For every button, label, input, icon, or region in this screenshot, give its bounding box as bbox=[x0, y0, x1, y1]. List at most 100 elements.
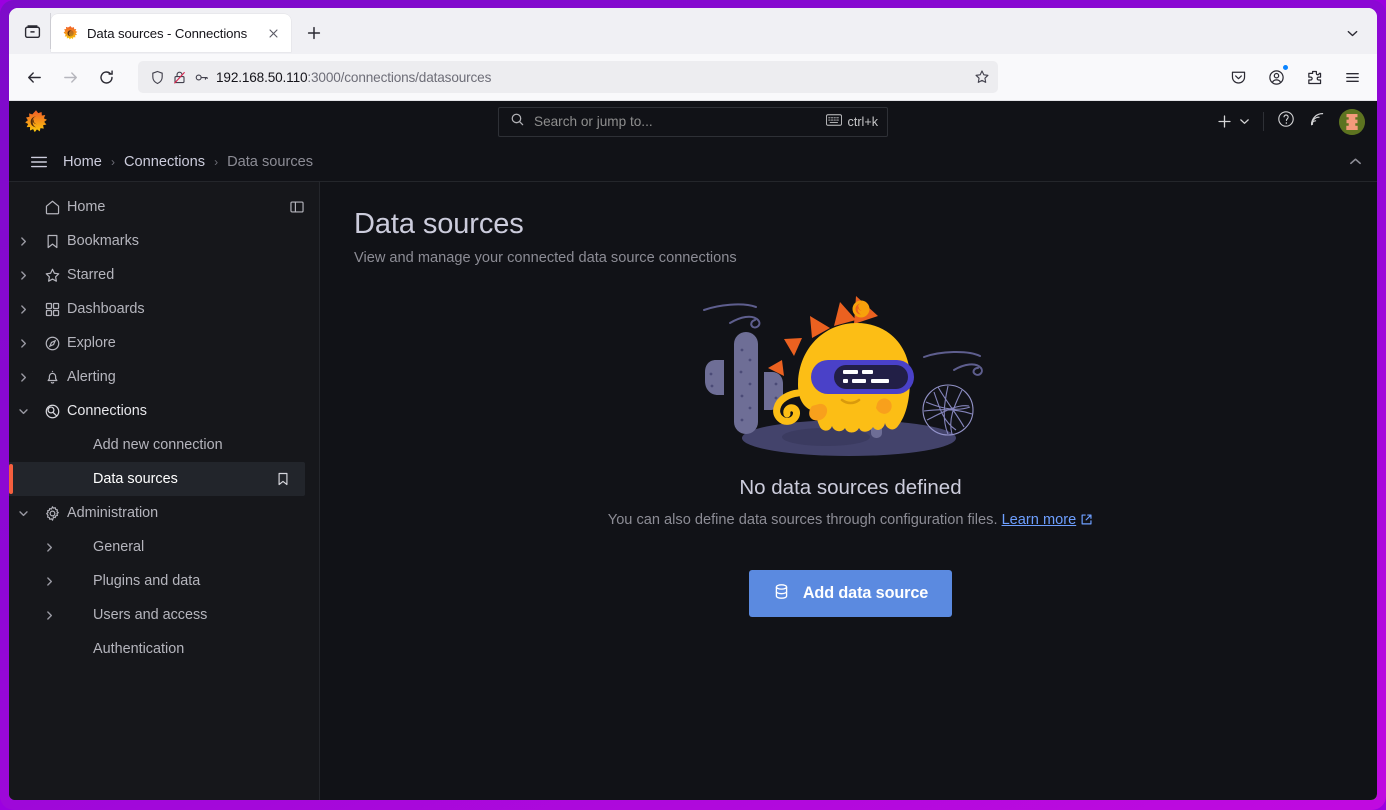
sidebar-item-label: Alerting bbox=[67, 369, 305, 385]
chevron-down-icon[interactable] bbox=[9, 406, 37, 417]
close-icon[interactable] bbox=[264, 24, 282, 42]
menu-toggle-icon[interactable] bbox=[29, 152, 49, 172]
url-path: :3000/connections/datasources bbox=[307, 70, 491, 85]
address-bar[interactable]: 192.168.50.110:3000/connections/datasour… bbox=[138, 61, 998, 93]
chevron-right-icon[interactable] bbox=[9, 270, 37, 281]
search-input[interactable]: Search or jump to... ctrl+k bbox=[498, 107, 888, 137]
sidebar-item-label: Authentication bbox=[93, 641, 305, 657]
news-feed-icon[interactable] bbox=[1308, 110, 1326, 133]
dock-panel-icon[interactable] bbox=[289, 199, 305, 215]
key-icon[interactable] bbox=[194, 70, 209, 85]
add-data-source-button[interactable]: Add data source bbox=[749, 570, 952, 617]
search-shortcut-text: ctrl+k bbox=[848, 115, 878, 129]
sidebar: Home bbox=[9, 182, 320, 800]
account-notification-badge bbox=[1282, 64, 1289, 71]
sidebar-item-authentication[interactable]: Authentication bbox=[9, 632, 319, 666]
avatar[interactable] bbox=[1339, 109, 1365, 135]
learn-more-link[interactable]: Learn more bbox=[1002, 512, 1077, 528]
dashboards-grid-icon bbox=[37, 301, 67, 318]
sidebar-item-add-new-connection[interactable]: Add new connection bbox=[9, 428, 319, 462]
sidebar-item-data-sources[interactable]: Data sources bbox=[9, 462, 305, 496]
breadcrumb-bar: Home › Connections › Data sources bbox=[9, 142, 1377, 182]
grafana-mascot-desert-illustration bbox=[686, 280, 1016, 470]
chevron-right-icon[interactable] bbox=[35, 610, 63, 621]
breadcrumb-separator: › bbox=[111, 155, 115, 169]
sidebar-item-dashboards[interactable]: Dashboards bbox=[9, 292, 319, 326]
back-button[interactable] bbox=[17, 61, 51, 93]
chevron-right-icon[interactable] bbox=[9, 338, 37, 349]
grafana-app: Search or jump to... ctrl+k bbox=[9, 101, 1377, 800]
chevron-down-icon[interactable] bbox=[9, 508, 37, 519]
empty-state-hint: You can also define data sources through… bbox=[608, 512, 1093, 528]
sidebar-item-label: Plugins and data bbox=[93, 573, 305, 589]
empty-state: No data sources defined You can also def… bbox=[354, 280, 1347, 617]
extensions-icon[interactable] bbox=[1297, 61, 1331, 93]
chevron-right-icon[interactable] bbox=[9, 236, 37, 247]
sidebar-item-label: Add new connection bbox=[93, 437, 305, 453]
url-host: 192.168.50.110 bbox=[216, 70, 307, 85]
chevron-up-icon[interactable] bbox=[1348, 154, 1363, 169]
gear-icon bbox=[37, 505, 67, 522]
chevron-right-icon[interactable] bbox=[35, 576, 63, 587]
lock-broken-icon[interactable] bbox=[172, 70, 187, 85]
purple-window-border: Data sources - Connections bbox=[0, 0, 1386, 810]
sidebar-item-users-and-access[interactable]: Users and access bbox=[9, 598, 319, 632]
sidebar-item-label: Explore bbox=[67, 335, 305, 351]
search-placeholder: Search or jump to... bbox=[534, 114, 817, 129]
pocket-icon[interactable] bbox=[1221, 61, 1255, 93]
sidebar-item-explore[interactable]: Explore bbox=[9, 326, 319, 360]
app-menu-icon[interactable] bbox=[1335, 61, 1369, 93]
sidebar-item-alerting[interactable]: Alerting bbox=[9, 360, 319, 394]
sidebar-item-administration[interactable]: Administration bbox=[9, 496, 319, 530]
breadcrumb: Home › Connections › Data sources bbox=[63, 154, 313, 170]
navigation-toolbar: 192.168.50.110:3000/connections/datasour… bbox=[9, 54, 1377, 101]
sidebar-item-label: Data sources bbox=[93, 471, 275, 487]
shield-icon[interactable] bbox=[150, 70, 165, 85]
list-all-tabs-button[interactable] bbox=[1337, 18, 1367, 48]
sidebar-item-connections[interactable]: Connections bbox=[9, 394, 319, 428]
home-icon bbox=[37, 199, 67, 216]
chevron-right-icon[interactable] bbox=[35, 542, 63, 553]
search-shortcut-hint: ctrl+k bbox=[826, 114, 878, 129]
bell-icon bbox=[37, 369, 67, 386]
browser-window: Data sources - Connections bbox=[9, 8, 1377, 800]
breadcrumb-item-home[interactable]: Home bbox=[63, 154, 102, 170]
keyboard-icon bbox=[826, 114, 842, 129]
sidebar-item-label: Dashboards bbox=[67, 301, 305, 317]
global-search[interactable]: Search or jump to... ctrl+k bbox=[498, 107, 888, 137]
reload-button[interactable] bbox=[89, 61, 123, 93]
sidebar-item-starred[interactable]: Starred bbox=[9, 258, 319, 292]
external-link-icon[interactable] bbox=[1080, 513, 1093, 526]
account-icon[interactable] bbox=[1259, 61, 1293, 93]
chevron-right-icon[interactable] bbox=[9, 372, 37, 383]
sidebar-item-label: Starred bbox=[67, 267, 305, 283]
new-tab-button[interactable] bbox=[297, 16, 331, 50]
add-data-source-label: Add data source bbox=[803, 584, 928, 603]
help-icon[interactable] bbox=[1277, 110, 1295, 133]
browser-tab[interactable]: Data sources - Connections bbox=[51, 14, 291, 52]
add-new-button[interactable] bbox=[1217, 114, 1250, 129]
main-content: Data sources View and manage your connec… bbox=[320, 182, 1377, 800]
breadcrumb-separator: › bbox=[214, 155, 218, 169]
search-icon bbox=[510, 112, 525, 132]
sidebar-item-bookmarks[interactable]: Bookmarks bbox=[9, 224, 319, 258]
divider bbox=[1263, 112, 1264, 131]
topbar-actions bbox=[1217, 109, 1365, 135]
sidebar-item-plugins-and-data[interactable]: Plugins and data bbox=[9, 564, 319, 598]
tab-strip: Data sources - Connections bbox=[9, 8, 1377, 54]
grafana-logo-icon[interactable] bbox=[23, 109, 49, 135]
bookmark-icon[interactable] bbox=[275, 471, 291, 487]
firefox-view-button[interactable] bbox=[15, 13, 51, 49]
page-subtitle: View and manage your connected data sour… bbox=[354, 250, 1347, 266]
breadcrumb-item-connections[interactable]: Connections bbox=[124, 154, 205, 170]
sidebar-item-home[interactable]: Home bbox=[9, 190, 319, 224]
app-body: Home bbox=[9, 182, 1377, 800]
compass-icon bbox=[37, 335, 67, 352]
database-icon bbox=[773, 583, 790, 605]
chevron-right-icon[interactable] bbox=[9, 304, 37, 315]
bookmark-star-icon[interactable] bbox=[974, 69, 990, 85]
empty-state-hint-text: You can also define data sources through… bbox=[608, 512, 998, 528]
forward-button[interactable] bbox=[53, 61, 87, 93]
sidebar-item-general[interactable]: General bbox=[9, 530, 319, 564]
bookmark-icon bbox=[37, 233, 67, 250]
